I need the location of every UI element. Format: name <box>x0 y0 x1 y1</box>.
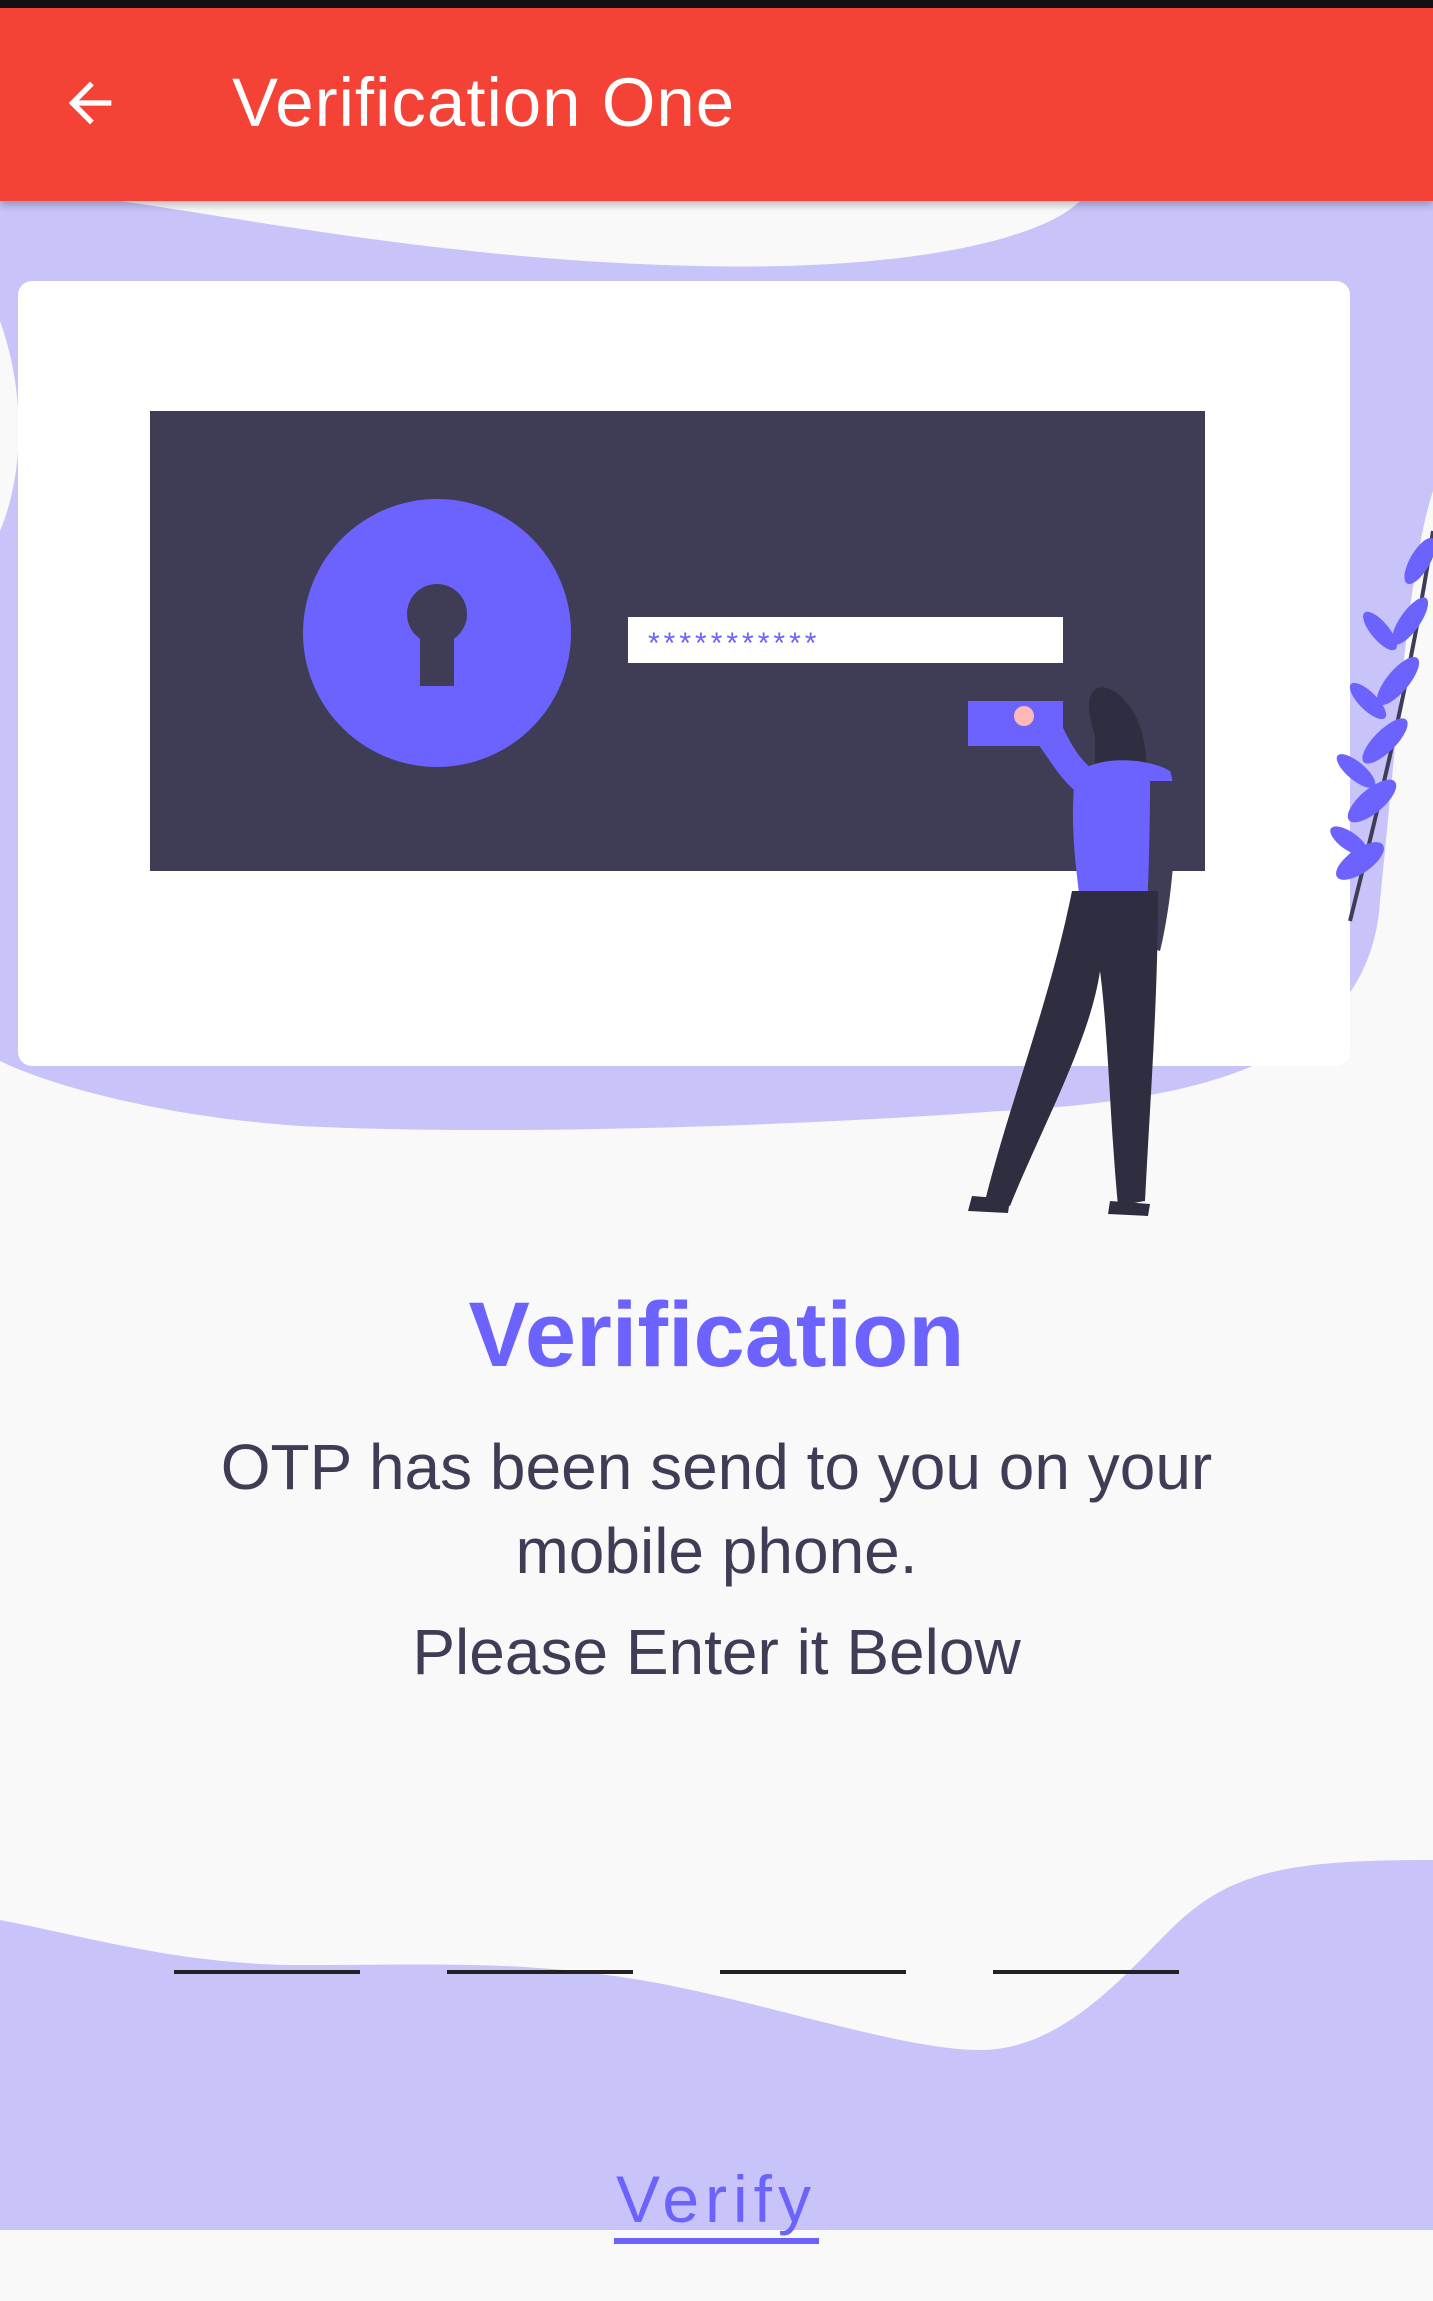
password-mask: *********** <box>648 627 820 660</box>
otp-digit-4[interactable] <box>993 1900 1179 1974</box>
verification-illustration: *********** <box>0 201 1433 1216</box>
otp-description: OTP has been send to you on your mobile … <box>0 1425 1433 1593</box>
status-bar-edge <box>0 0 1433 8</box>
app-bar-title: Verification One <box>232 64 736 141</box>
otp-instruction: Please Enter it Below <box>412 1616 1021 1688</box>
app-bar: Verification One <box>0 8 1433 201</box>
otp-digit-3[interactable] <box>720 1900 906 1974</box>
otp-digit-1[interactable] <box>174 1900 360 1974</box>
otp-digit-2[interactable] <box>447 1900 633 1974</box>
page-heading: Verification <box>468 1284 965 1386</box>
otp-input-row <box>0 1900 1433 1980</box>
verify-button[interactable]: Verify <box>613 2160 820 2244</box>
description-line-1: OTP has been send to you on your <box>220 1431 1213 1503</box>
back-button[interactable] <box>40 53 140 153</box>
verify-button-container: Verify <box>0 2160 1433 2244</box>
description-line-2: mobile phone. <box>515 1515 918 1587</box>
arrow-left-icon <box>68 81 112 125</box>
